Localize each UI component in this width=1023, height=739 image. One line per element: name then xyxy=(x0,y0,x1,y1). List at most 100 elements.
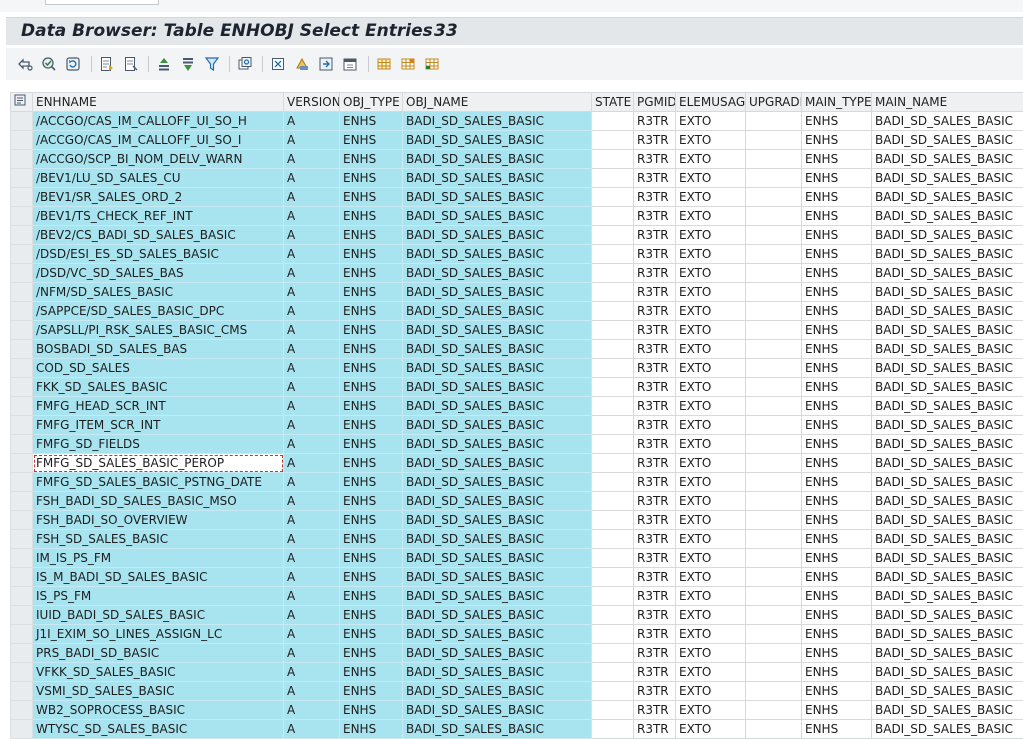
cell-main_type[interactable]: ENHS xyxy=(801,320,872,340)
cell-enhname[interactable]: J1I_EXIM_SO_LINES_ASSIGN_LC xyxy=(32,624,284,644)
cell-version[interactable]: A xyxy=(283,624,340,644)
cell-enhname[interactable]: FKK_SD_SALES_BASIC xyxy=(32,377,284,397)
cell-elemusage[interactable]: EXTO xyxy=(675,206,746,226)
cell-main_type[interactable]: ENHS xyxy=(801,624,872,644)
cell-upgrade[interactable] xyxy=(745,548,802,568)
cell-pgmid[interactable]: R3TR xyxy=(633,681,676,701)
table-row[interactable]: /BEV1/SR_SALES_ORD_2 A ENHS BADI_SD_SALES_B… xyxy=(10,187,1023,207)
cell-main_name[interactable]: BADI_SD_SALES_BASIC xyxy=(871,662,1023,682)
row-selector[interactable] xyxy=(10,700,33,720)
cell-state[interactable] xyxy=(591,548,634,568)
cell-upgrade[interactable] xyxy=(745,510,802,530)
table-row[interactable]: FKK_SD_SALES_BASIC A ENHS BADI_SD_SALES_BAS… xyxy=(10,377,1023,397)
cell-version[interactable]: A xyxy=(283,586,340,606)
cell-obj_type[interactable]: ENHS xyxy=(339,453,403,473)
cell-main_name[interactable]: BADI_SD_SALES_BASIC xyxy=(871,643,1023,663)
abc-analysis-icon[interactable] xyxy=(341,55,359,73)
row-selector[interactable] xyxy=(10,244,33,264)
cell-elemusage[interactable]: EXTO xyxy=(675,491,746,511)
cell-enhname[interactable]: PRS_BADI_SD_BASIC xyxy=(32,643,284,663)
cell-main_name[interactable]: BADI_SD_SALES_BASIC xyxy=(871,548,1023,568)
cell-upgrade[interactable] xyxy=(745,377,802,397)
cell-version[interactable]: A xyxy=(283,301,340,321)
cell-main_name[interactable]: BADI_SD_SALES_BASIC xyxy=(871,586,1023,606)
cell-state[interactable] xyxy=(591,168,634,188)
command-field[interactable] xyxy=(45,0,159,5)
cell-obj_type[interactable]: ENHS xyxy=(339,187,403,207)
row-selector[interactable] xyxy=(10,358,33,378)
cell-pgmid[interactable]: R3TR xyxy=(633,605,676,625)
table-row[interactable]: /ACCGO/CAS_IM_CALLOFF_UI_SO_H A ENHS BADI_S… xyxy=(10,111,1023,131)
column-header-elemusage[interactable]: ELEMUSAGE xyxy=(675,92,746,112)
cell-obj_type[interactable]: ENHS xyxy=(339,529,403,549)
row-selector[interactable] xyxy=(10,130,33,150)
cell-enhname[interactable]: FMFG_SD_SALES_BASIC_PSTNG_DATE xyxy=(32,472,284,492)
cell-elemusage[interactable]: EXTO xyxy=(675,149,746,169)
cell-version[interactable]: A xyxy=(283,396,340,416)
cell-pgmid[interactable]: R3TR xyxy=(633,377,676,397)
table-row[interactable]: FSH_SD_SALES_BASIC A ENHS BADI_SD_SALES_BAS… xyxy=(10,529,1023,549)
cell-upgrade[interactable] xyxy=(745,624,802,644)
cell-main_type[interactable]: ENHS xyxy=(801,510,872,530)
cell-obj_type[interactable]: ENHS xyxy=(339,510,403,530)
refresh-icon[interactable] xyxy=(64,55,82,73)
cell-obj_type[interactable]: ENHS xyxy=(339,282,403,302)
row-selector[interactable] xyxy=(10,491,33,511)
cell-enhname[interactable]: COD_SD_SALES xyxy=(32,358,284,378)
cell-obj_type[interactable]: ENHS xyxy=(339,586,403,606)
cell-enhname[interactable]: /SAPPCE/SD_SALES_BASIC_DPC xyxy=(32,301,284,321)
cell-main_type[interactable]: ENHS xyxy=(801,396,872,416)
cell-elemusage[interactable]: EXTO xyxy=(675,529,746,549)
cell-pgmid[interactable]: R3TR xyxy=(633,491,676,511)
cell-obj_type[interactable]: ENHS xyxy=(339,434,403,454)
column-header-enhname[interactable]: ENHNAME xyxy=(32,92,284,112)
column-header-obj_name[interactable]: OBJ_NAME xyxy=(402,92,592,112)
cell-pgmid[interactable]: R3TR xyxy=(633,130,676,150)
cell-main_type[interactable]: ENHS xyxy=(801,472,872,492)
cell-upgrade[interactable] xyxy=(745,529,802,549)
row-selector[interactable] xyxy=(10,339,33,359)
table-row[interactable]: FMFG_ITEM_SCR_INT A ENHS BADI_SD_SALES_BASI… xyxy=(10,415,1023,435)
row-selector[interactable] xyxy=(10,586,33,606)
row-selector[interactable] xyxy=(10,434,33,454)
cell-main_type[interactable]: ENHS xyxy=(801,719,872,739)
cell-main_name[interactable]: BADI_SD_SALES_BASIC xyxy=(871,282,1023,302)
cell-pgmid[interactable]: R3TR xyxy=(633,396,676,416)
cell-main_type[interactable]: ENHS xyxy=(801,301,872,321)
cell-obj_type[interactable]: ENHS xyxy=(339,358,403,378)
cell-elemusage[interactable]: EXTO xyxy=(675,358,746,378)
cell-version[interactable]: A xyxy=(283,567,340,587)
total-icon[interactable] xyxy=(236,55,254,73)
cell-upgrade[interactable] xyxy=(745,434,802,454)
cell-obj_name[interactable]: BADI_SD_SALES_BASIC xyxy=(402,719,592,739)
cell-version[interactable]: A xyxy=(283,548,340,568)
cell-elemusage[interactable]: EXTO xyxy=(675,681,746,701)
cell-pgmid[interactable]: R3TR xyxy=(633,225,676,245)
cell-obj_name[interactable]: BADI_SD_SALES_BASIC xyxy=(402,111,592,131)
cell-main_type[interactable]: ENHS xyxy=(801,548,872,568)
cell-main_name[interactable]: BADI_SD_SALES_BASIC xyxy=(871,396,1023,416)
cell-enhname[interactable]: IUID_BADI_SD_SALES_BASIC xyxy=(32,605,284,625)
cell-state[interactable] xyxy=(591,396,634,416)
cell-obj_name[interactable]: BADI_SD_SALES_BASIC xyxy=(402,320,592,340)
cell-obj_name[interactable]: BADI_SD_SALES_BASIC xyxy=(402,434,592,454)
cell-pgmid[interactable]: R3TR xyxy=(633,472,676,492)
cell-pgmid[interactable]: R3TR xyxy=(633,662,676,682)
cell-version[interactable]: A xyxy=(283,377,340,397)
table-row[interactable]: IUID_BADI_SD_SALES_BASIC A ENHS BADI_SD_SAL… xyxy=(10,605,1023,625)
cell-main_type[interactable]: ENHS xyxy=(801,605,872,625)
cell-main_name[interactable]: BADI_SD_SALES_BASIC xyxy=(871,377,1023,397)
cell-pgmid[interactable]: R3TR xyxy=(633,415,676,435)
cell-state[interactable] xyxy=(591,453,634,473)
column-set-icon[interactable] xyxy=(399,55,417,73)
table-row[interactable]: IM_IS_PS_FM A ENHS BADI_SD_SALES_BASIC R3TR E… xyxy=(10,548,1023,568)
cell-state[interactable] xyxy=(591,529,634,549)
cell-main_name[interactable]: BADI_SD_SALES_BASIC xyxy=(871,130,1023,150)
cell-main_name[interactable]: BADI_SD_SALES_BASIC xyxy=(871,339,1023,359)
cell-state[interactable] xyxy=(591,624,634,644)
row-selector[interactable] xyxy=(10,149,33,169)
cell-enhname[interactable]: FMFG_ITEM_SCR_INT xyxy=(32,415,284,435)
cell-elemusage[interactable]: EXTO xyxy=(675,605,746,625)
cell-state[interactable] xyxy=(591,567,634,587)
cell-version[interactable]: A xyxy=(283,282,340,302)
